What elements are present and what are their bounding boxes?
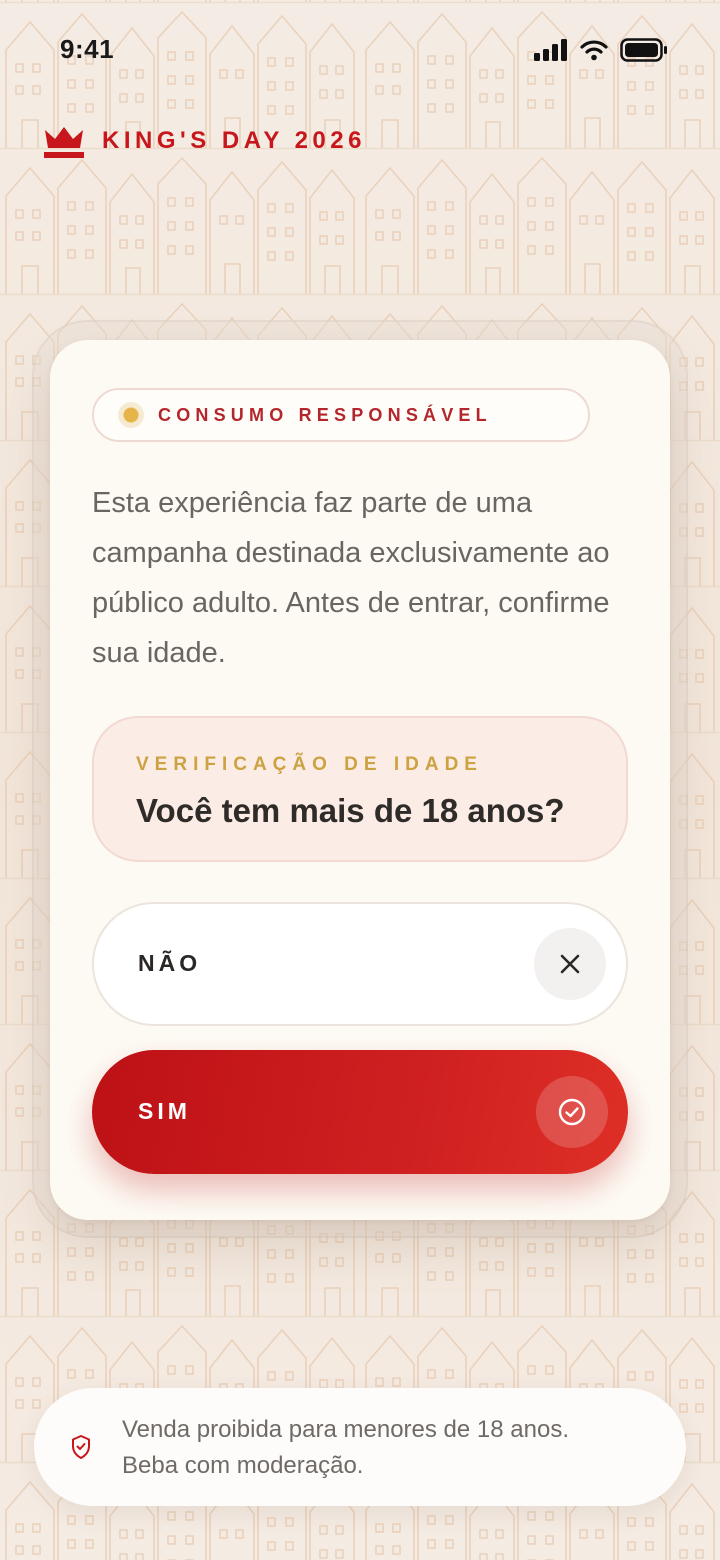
crown-icon — [44, 127, 84, 158]
battery-icon — [620, 38, 667, 62]
status-icons — [534, 38, 668, 62]
status-time: 9:41 — [60, 34, 115, 64]
legal-notice-text: Venda proibida para menores de 18 anos. … — [122, 1412, 662, 1484]
signal-icon — [534, 39, 567, 61]
legal-notice: Venda proibida para menores de 18 anos. … — [34, 1388, 686, 1506]
brand-name: KING'S DAY 2026 — [102, 127, 366, 154]
responsible-consumption-badge: CONSUMO RESPONSÁVEL — [92, 388, 590, 442]
no-button-label: NÃO — [138, 950, 202, 976]
brand-header: KING'S DAY 2026 — [44, 124, 366, 158]
age-question: Você tem mais de 18 anos? — [136, 792, 565, 829]
status-bar: 9:41 — [0, 30, 720, 70]
legal-notice-line-1: Venda proibida para menores de 18 anos. — [122, 1416, 569, 1443]
age-question-box: VERIFICAÇÃO DE IDADE Você tem mais de 18… — [92, 716, 628, 862]
no-button[interactable]: NÃO — [92, 902, 628, 1026]
wifi-icon — [580, 40, 608, 61]
verification-eyebrow: VERIFICAÇÃO DE IDADE — [136, 754, 483, 775]
check-circle-icon — [536, 1076, 608, 1148]
yes-button-label: SIM — [138, 1098, 191, 1124]
intro-text: Esta experiência faz parte de uma campan… — [92, 487, 610, 669]
age-verification-card: CONSUMO RESPONSÁVEL Esta experiência faz… — [50, 340, 670, 1220]
age-gate-screen: 9:41 KING'S DAY 2026 CONSUMO RESPONSÁVEL… — [0, 0, 720, 1560]
gold-dot-icon — [118, 402, 144, 428]
close-icon — [534, 928, 606, 1000]
badge-label: CONSUMO RESPONSÁVEL — [158, 404, 492, 425]
legal-notice-line-2: Beba com moderação. — [122, 1452, 364, 1479]
yes-button[interactable]: SIM — [92, 1050, 628, 1174]
shield-heart-icon — [72, 1435, 90, 1459]
